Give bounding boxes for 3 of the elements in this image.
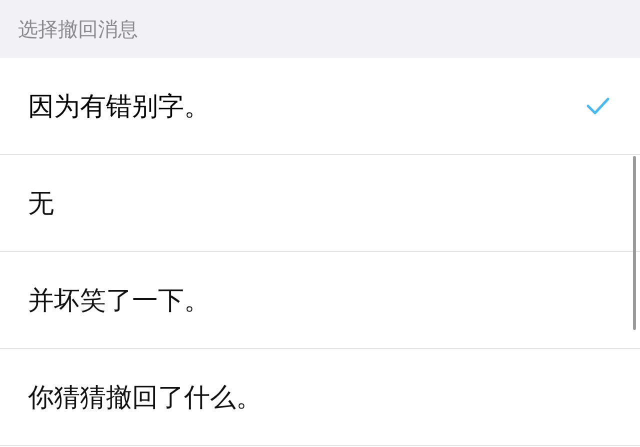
checkmark-icon (586, 97, 610, 115)
section-title: 选择撤回消息 (18, 16, 138, 42)
scrollbar[interactable] (633, 156, 636, 330)
